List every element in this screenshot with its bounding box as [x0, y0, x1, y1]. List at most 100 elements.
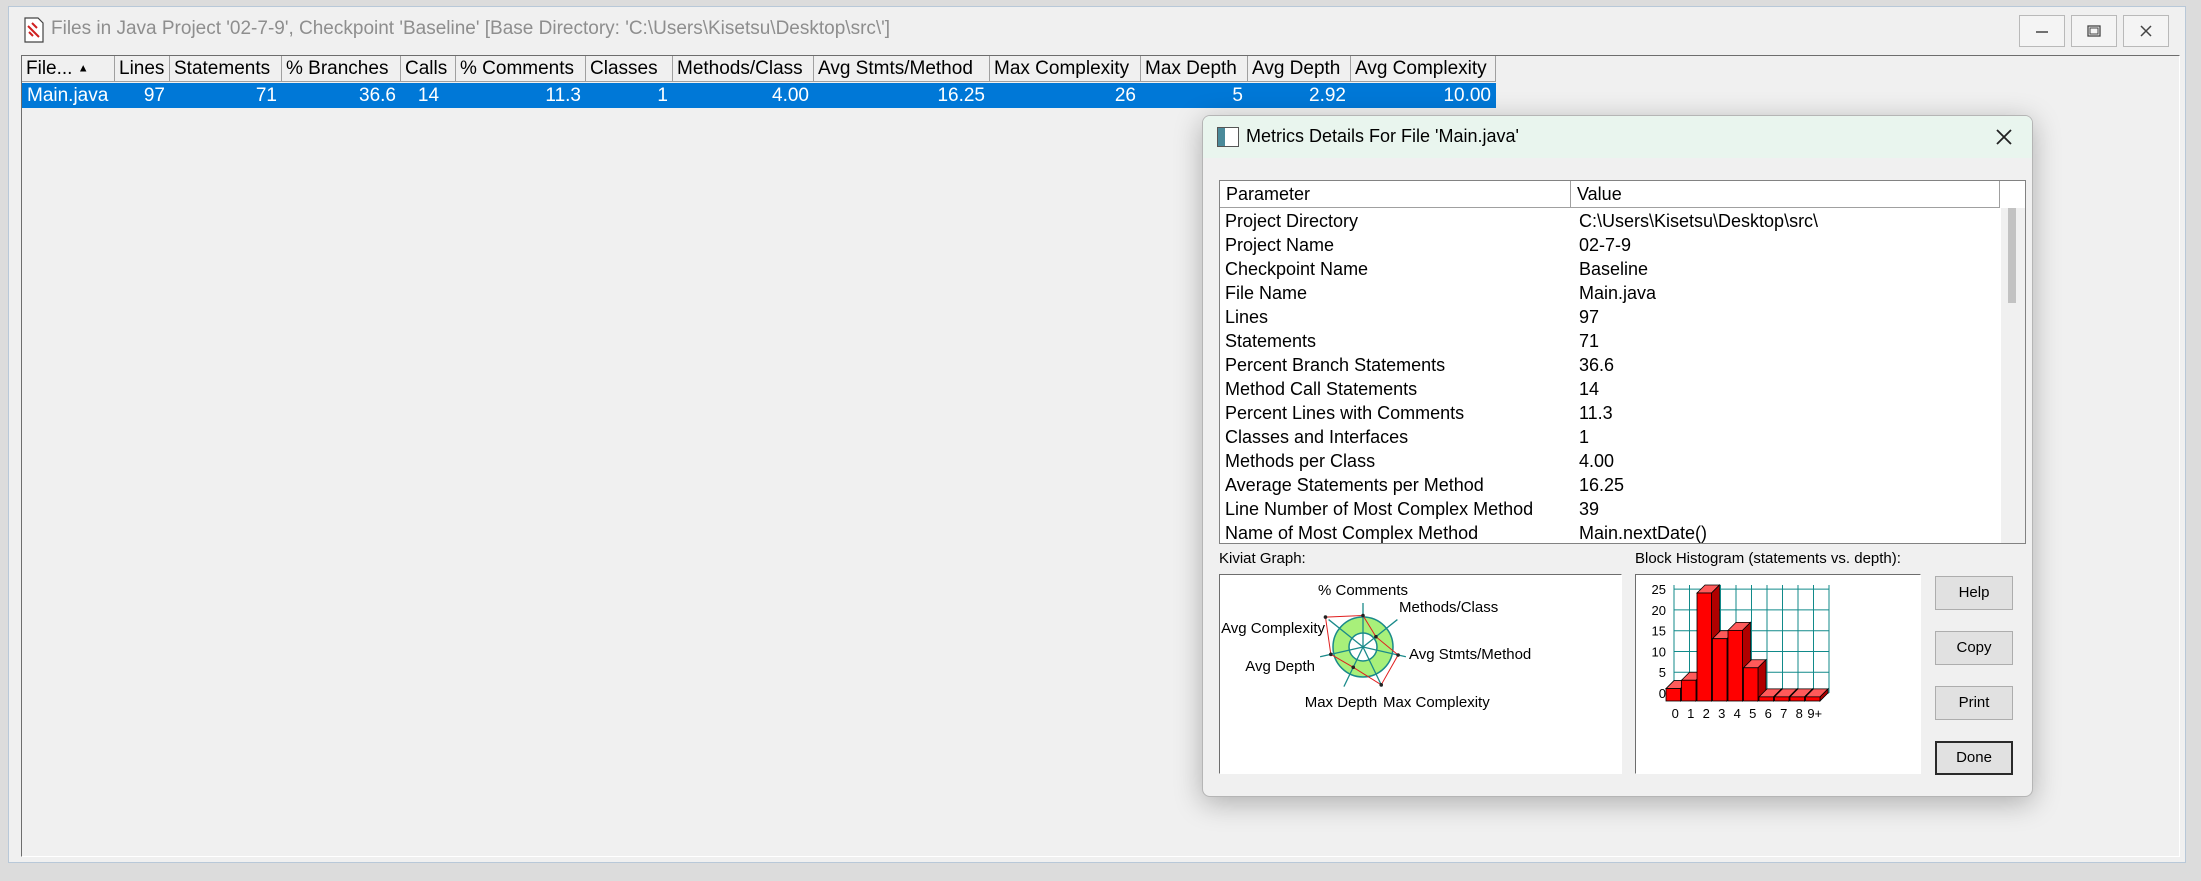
histogram-x-tick-label: 1: [1687, 706, 1694, 721]
parameter-value: 11.3: [1579, 403, 1613, 423]
column-header-calls[interactable]: Calls: [401, 56, 456, 82]
histogram-y-tick-label: 20: [1652, 603, 1666, 618]
list-item[interactable]: Methods per Class 4.00: [1220, 449, 2000, 473]
column-header-avg-complexity[interactable]: Avg Complexity: [1351, 56, 1496, 82]
histogram-x-tick-label: 4: [1734, 706, 1741, 721]
list-item[interactable]: Lines 97: [1220, 305, 2000, 329]
window-title: Files in Java Project '02-7-9', Checkpoi…: [51, 18, 891, 39]
list-item[interactable]: Checkpoint Name Baseline: [1220, 257, 2000, 281]
histogram-bar: [1789, 696, 1805, 702]
help-button[interactable]: Help: [1935, 576, 2013, 610]
parameter-value: 39: [1579, 499, 1600, 519]
cell-max-depth: 5: [1232, 85, 1243, 106]
column-header-comments[interactable]: % Comments: [456, 56, 586, 82]
column-header-classes[interactable]: Classes: [586, 56, 673, 82]
parameter-name: Method Call Statements: [1225, 379, 1418, 399]
minimize-button[interactable]: [2019, 15, 2065, 47]
list-item[interactable]: Project Directory C:\Users\Kisetsu\Deskto…: [1220, 209, 2000, 233]
histogram-bar: [1712, 638, 1728, 702]
cell-statements: 71: [255, 85, 277, 106]
done-button[interactable]: Done: [1935, 741, 2013, 775]
column-header-max-complexity[interactable]: Max Complexity: [990, 56, 1141, 82]
cell-file: Main.java: [27, 85, 109, 106]
column-header-methods-class[interactable]: Methods/Class: [673, 56, 814, 82]
kiviat-axis-label: Avg Stmts/Method: [1409, 646, 1531, 663]
dialog-close-icon[interactable]: [1992, 125, 2016, 149]
dialog-title-bar: Metrics Details For File 'Main.java': [1203, 116, 2032, 158]
column-header-lines[interactable]: Lines: [115, 56, 170, 82]
column-header-file[interactable]: File... ▲: [22, 56, 115, 82]
histogram-y-tick-label: 10: [1652, 644, 1666, 659]
maximize-button[interactable]: [2071, 15, 2117, 47]
histogram-bar: [1758, 696, 1774, 702]
copy-button[interactable]: Copy: [1935, 631, 2013, 665]
kiviat-point: [1323, 615, 1328, 619]
list-item[interactable]: Line Number of Most Complex Method 39: [1220, 497, 2000, 521]
histogram-x-tick-label: 8: [1796, 706, 1803, 721]
print-button[interactable]: Print: [1935, 686, 2013, 720]
parameter-value: Baseline: [1579, 259, 1649, 279]
parameter-value: 36.6: [1579, 355, 1615, 375]
parameter-value: 1: [1579, 427, 1590, 447]
sort-ascending-icon: ▲: [77, 62, 89, 75]
restore-icon: [2087, 25, 2101, 37]
list-item[interactable]: Percent Lines with Comments 11.3: [1220, 401, 2000, 425]
column-header-max-depth[interactable]: Max Depth: [1141, 56, 1248, 82]
list-item[interactable]: Statements 71: [1220, 329, 2000, 353]
list-item[interactable]: Project Name 02-7-9: [1220, 233, 2000, 257]
parameter-value: 14: [1579, 379, 1600, 399]
parameter-name: Checkpoint Name: [1225, 259, 1369, 279]
table-row[interactable]: Main.java 97 71 36.6 14 11.3 1 4.00 16.2…: [22, 83, 1496, 108]
cell-methods-class: 4.00: [772, 85, 809, 106]
parameter-value: 4.00: [1579, 451, 1615, 471]
parameter-name: Name of Most Complex Method: [1225, 523, 1479, 543]
parameter-value: 97: [1579, 307, 1600, 327]
metrics-list[interactable]: Parameter Value Project Directory C:\User…: [1219, 180, 2026, 544]
cell-calls: 14: [417, 85, 440, 106]
list-item[interactable]: Method Call Statements 14: [1220, 377, 2000, 401]
kiviat-point: [1361, 613, 1365, 618]
cell-avg-stmts-method: 16.25: [937, 85, 985, 106]
column-header-branches[interactable]: % Branches: [282, 56, 401, 82]
block-histogram: 0 5 10 15 20 25 0 1 2 3 4 5 6 7 8 9+: [1635, 574, 1921, 774]
list-item[interactable]: Name of Most Complex Method Main.nextDate…: [1220, 521, 2000, 543]
histogram-x-tick-label: 3: [1718, 706, 1725, 721]
histogram-y-tick-label: 15: [1652, 624, 1666, 639]
parameter-name: Percent Lines with Comments: [1225, 403, 1465, 423]
list-item[interactable]: Percent Branch Statements 36.6: [1220, 353, 2000, 377]
histogram-bar: [1681, 679, 1697, 702]
minimize-icon: [2036, 31, 2048, 33]
histogram-y-tick-label: 5: [1659, 665, 1666, 680]
parameter-value: 71: [1579, 331, 1600, 351]
histogram-x-tick-label: 7: [1780, 706, 1787, 721]
column-header-statements[interactable]: Statements: [170, 56, 282, 82]
kiviat-point: [1351, 665, 1356, 670]
kiviat-axis-label: Avg Depth: [1245, 658, 1315, 675]
histogram-x-tick-label: 6: [1765, 706, 1772, 721]
column-header-avg-depth[interactable]: Avg Depth: [1248, 56, 1351, 82]
histogram-y-tick-label: 25: [1652, 582, 1666, 597]
kiviat-graph: % Comments Methods/Class Avg Stmts/Method M…: [1219, 574, 1622, 774]
column-header-parameter[interactable]: Parameter: [1220, 181, 1571, 208]
vertical-scrollbar[interactable]: [2001, 208, 2025, 543]
dialog-title: Metrics Details For File 'Main.java': [1246, 126, 1519, 146]
column-header-avg-stmts-method[interactable]: Avg Stmts/Method: [814, 56, 990, 82]
kiviat-axis-label: Max Depth: [1305, 694, 1378, 711]
kiviat-point: [1396, 653, 1400, 657]
dialog-window-icon: [1217, 127, 1239, 147]
list-item[interactable]: File Name Main.java: [1220, 281, 2000, 305]
parameter-name: Lines: [1225, 307, 1269, 327]
histogram-bar: [1696, 592, 1712, 702]
close-button[interactable]: [2123, 15, 2169, 47]
kiviat-axis-label: Max Complexity: [1383, 694, 1490, 711]
histogram-bar: [1727, 629, 1743, 702]
parameter-name: Classes and Interfaces: [1225, 427, 1409, 447]
list-item[interactable]: Average Statements per Method 16.25: [1220, 473, 2000, 497]
metrics-details-dialog: Metrics Details For File 'Main.java' Par…: [1202, 115, 2033, 797]
list-item[interactable]: Classes and Interfaces 1: [1220, 425, 2000, 449]
kiviat-graph-canvas: % CommentsMethods/Class Avg Stmts/Method M…: [1221, 582, 1531, 711]
cell-comments: 11.3: [545, 85, 581, 106]
scrollbar-thumb[interactable]: [2008, 208, 2016, 303]
column-header-value[interactable]: Value: [1571, 181, 2000, 208]
histogram-x-tick-label: 2: [1703, 706, 1710, 721]
